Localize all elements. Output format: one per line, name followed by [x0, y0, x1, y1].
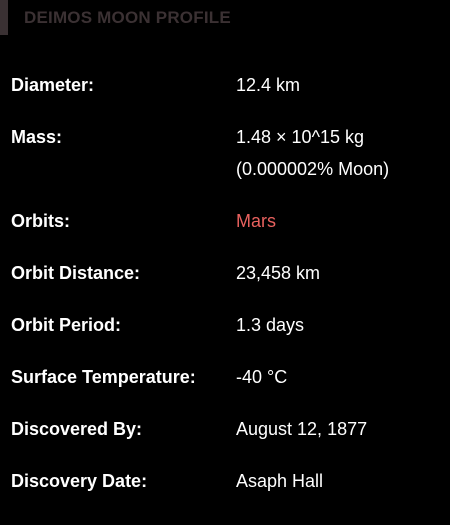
- orbit-period-value: 1.3 days: [236, 315, 305, 335]
- orbit-distance-label: Orbit Distance:: [11, 263, 141, 283]
- discovered-by-value: August 12, 1877: [236, 419, 368, 439]
- orbits-link[interactable]: Mars: [236, 205, 276, 237]
- diameter-label: Diameter:: [11, 75, 95, 95]
- diameter-value: 12.4 km: [236, 75, 301, 95]
- page-title: DEIMOS MOON PROFILE: [24, 8, 231, 27]
- surface-temperature-label: Surface Temperature:: [11, 367, 196, 387]
- mass-label: Mass:: [11, 127, 63, 147]
- orbits-label: Orbits:: [11, 211, 71, 231]
- mass-value-line-1: 1.48 × 10^15 kg: [236, 127, 365, 147]
- discovered-by-label: Discovered By:: [11, 419, 143, 439]
- orbit-distance-value: 23,458 km: [236, 263, 321, 283]
- profile-header: DEIMOS MOON PROFILE: [0, 0, 450, 35]
- discovery-date-label: Discovery Date:: [11, 471, 148, 491]
- discovery-date-value: Asaph Hall: [236, 471, 324, 491]
- header-accent-bar: [0, 0, 8, 35]
- mass-value-line-2: (0.000002% Moon): [236, 159, 390, 179]
- mass-value: 1.48 × 10^15 kg (0.000002% Moon): [236, 121, 389, 185]
- surface-temperature-value: -40 °C: [236, 367, 288, 387]
- orbit-period-label: Orbit Period:: [11, 315, 122, 335]
